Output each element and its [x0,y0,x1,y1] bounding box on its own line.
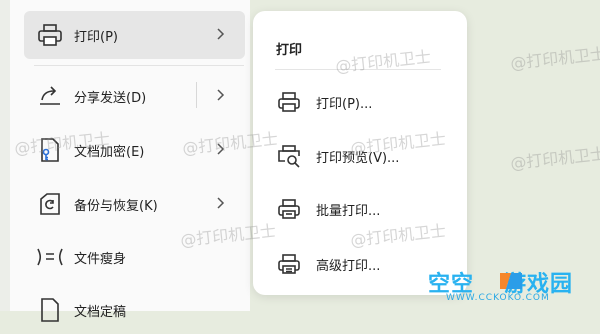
menu-item-label: 文档加密(E) [74,144,145,160]
submenu-item-label: 打印预览(V)... [316,150,400,166]
menu-item-label: 分享发送(D) [74,90,147,106]
watermark: @打印机卫士 [509,44,600,73]
menu-item-print[interactable]: 打印(P) [24,11,245,59]
submenu-item-advanced-print[interactable]: 高级打印... [277,249,380,279]
advanced-print-icon [277,252,301,276]
chevron-right-icon [212,87,228,103]
chevron-right-icon [212,141,228,157]
slim-file-icon [34,241,66,273]
submenu-item-label: 打印(P)... [316,96,373,112]
brand-url: WWW.CCKOKO.COM [446,293,550,303]
finalize-document-icon [34,294,66,326]
submenu-title: 打印 [276,43,303,58]
brand-logo: 空空 游戏园 WWW.CCKOKO.COM [418,266,588,308]
menu-item-label: 文件瘦身 [74,251,127,267]
printer-icon [34,19,66,51]
menu-item-share[interactable]: 分享发送(D) [24,72,245,120]
submenu-item-print-preview[interactable]: 打印预览(V)... [277,141,399,171]
watermark: @打印机卫士 [509,144,600,173]
menu-item-encrypt[interactable]: 文档加密(E) [24,126,245,174]
submenu-separator [196,82,197,108]
batch-print-icon [277,197,301,221]
panel-edge [0,0,10,311]
print-submenu: 打印 打印(P)... 打印预览(V)... 批量打印... 高级打印... [253,11,467,295]
menu-item-finalize[interactable]: 文档定稿 [24,286,245,334]
encrypt-document-icon [34,134,66,166]
menu-item-label: 备份与恢复(K) [74,198,158,214]
submenu-item-label: 高级打印... [316,258,381,274]
brand-mark-icon [498,270,524,292]
share-icon [34,80,66,112]
submenu-item-label: 批量打印... [316,203,381,219]
menu-item-backup[interactable]: 备份与恢复(K) [24,180,245,228]
chevron-right-icon [212,26,228,42]
menu-item-label: 文档定稿 [74,304,127,320]
file-menu-panel: 打印(P) 分享发送(D) 文档加密(E) 备份与恢复(K) 文件瘦身 文档定稿 [0,0,250,322]
submenu-item-print[interactable]: 打印(P)... [277,87,372,117]
backup-restore-icon [34,188,66,220]
menu-divider [34,65,244,66]
chevron-right-icon [212,195,228,211]
menu-item-label: 打印(P) [74,29,118,45]
printer-icon [277,90,301,114]
submenu-divider [275,69,441,70]
menu-item-slim-file[interactable]: 文件瘦身 [24,233,245,281]
submenu-item-batch-print[interactable]: 批量打印... [277,194,380,224]
print-preview-icon [277,144,301,168]
